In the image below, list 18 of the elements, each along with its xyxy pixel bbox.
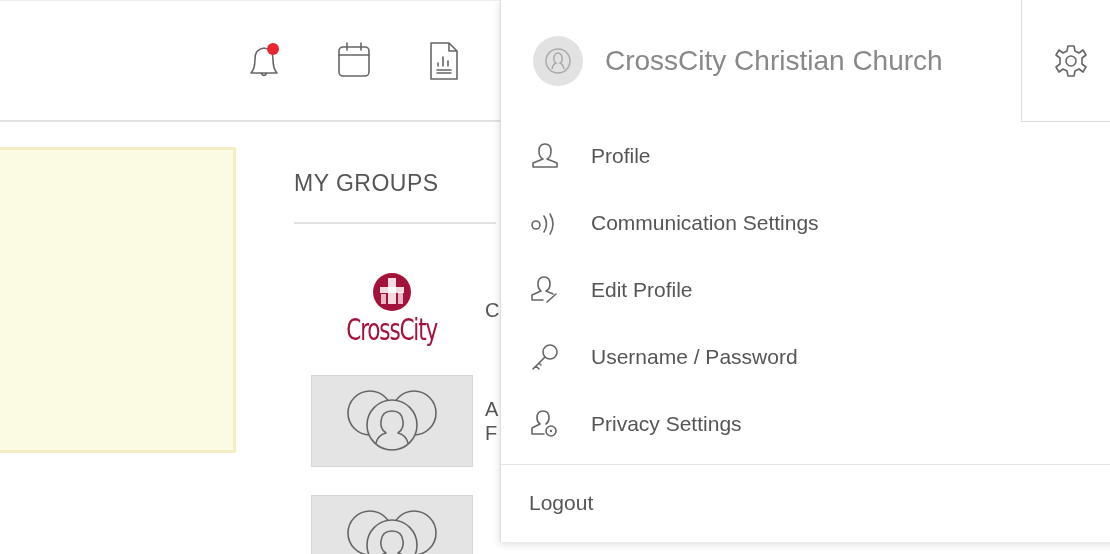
account-name[interactable]: CrossCity Christian Church xyxy=(605,45,943,77)
menu-item[interactable]: Edit Profile xyxy=(501,256,1110,323)
logo-text: CrossCity xyxy=(346,312,438,347)
menu-item[interactable]: Profile xyxy=(501,122,1110,189)
section-title: MY GROUPS xyxy=(294,170,440,197)
menu-item[interactable]: Communication Settings xyxy=(501,189,1110,256)
menu-item[interactable]: Username / Password xyxy=(501,323,1110,390)
avatar xyxy=(533,36,583,86)
group-name[interactable]: F xyxy=(485,421,499,445)
settings-button[interactable] xyxy=(1021,0,1110,122)
group-name[interactable]: C xyxy=(485,297,500,322)
settings-icon xyxy=(1054,43,1088,78)
menu-item[interactable]: Privacy Settings xyxy=(501,390,1110,457)
logo-icon xyxy=(372,272,412,312)
group-name[interactable]: A xyxy=(485,397,499,421)
document-chart-icon xyxy=(429,40,459,81)
logout-item[interactable]: Logout xyxy=(501,465,1110,541)
calendar-icon xyxy=(337,40,371,79)
